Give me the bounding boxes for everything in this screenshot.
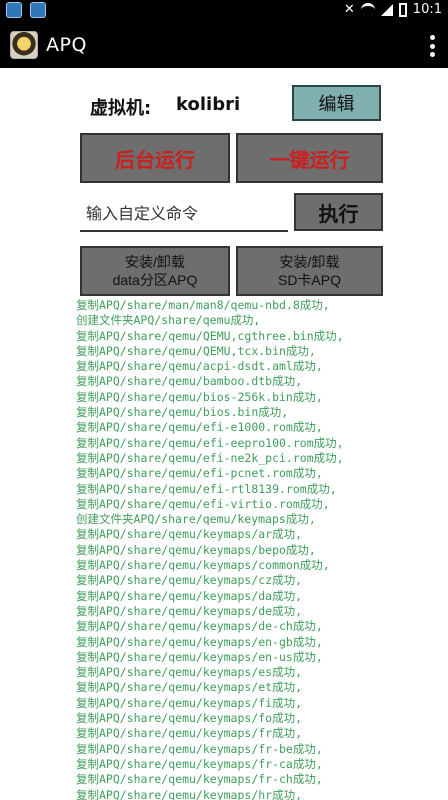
clock: 10:1 [412,2,442,17]
log-line: 复制APQ/share/qemu/keymaps/bepo成功, [76,542,316,557]
log-line: 复制APQ/share/qemu/bios-256k.bin成功, [76,389,323,404]
log-line: 复制APQ/share/qemu/keymaps/fi成功, [76,695,303,710]
log-line: 复制APQ/share/qemu/QEMU,cgthree.bin成功, [76,328,344,343]
action-bar: APQ [0,22,448,68]
vm-name: kolibri [176,94,241,115]
notification-icons [6,2,46,18]
signal-icon [380,3,393,16]
log-line: 复制APQ/share/qemu/efi-eepro100.rom成功, [76,435,344,450]
log-output[interactable]: 复制APQ/share/man/man8/qemu-nbd.8成功, 创建文件夹A… [76,298,446,800]
log-line: 复制APQ/share/qemu/keymaps/en-us成功, [76,649,323,664]
log-line: 复制APQ/share/qemu/keymaps/de成功, [76,603,303,618]
background-run-button[interactable]: 后台运行 [80,133,230,183]
log-line: 复制APQ/share/qemu/efi-ne2k_pci.rom成功, [76,450,344,465]
edit-button[interactable]: 编辑 [292,85,381,121]
app-notification-icon [30,2,46,18]
log-line: 复制APQ/share/qemu/keymaps/hr成功, [76,787,303,800]
log-line: 复制APQ/share/qemu/keymaps/da成功, [76,588,303,603]
log-line: 复制APQ/share/man/man8/qemu-nbd.8成功, [76,298,330,312]
mute-icon: ✕ [343,2,355,17]
custom-command-input[interactable] [80,196,288,232]
install-sd-apq-button[interactable]: 安装/卸载 SD卡APQ [236,246,383,296]
battery-icon [398,2,407,17]
app-notification-icon [6,2,22,18]
log-line: 复制APQ/share/qemu/efi-e1000.rom成功, [76,420,323,435]
log-line: 创建文件夹APQ/share/qemu/keymaps成功, [76,512,316,527]
log-line: 复制APQ/share/qemu/keymaps/fo成功, [76,711,303,726]
install-data-line1: 安装/卸载 [125,254,185,270]
system-icons: ✕ 10:1 [344,2,442,17]
app-title: APQ [46,34,87,56]
execute-button[interactable]: 执行 [294,193,383,231]
one-key-run-button[interactable]: 一键运行 [236,133,383,183]
wifi-icon [360,2,375,17]
install-data-line2: data分区APQ [112,272,198,288]
log-line: 复制APQ/share/qemu/keymaps/de-ch成功, [76,619,323,634]
log-line: 复制APQ/share/qemu/acpi-dsdt.aml成功, [76,359,323,374]
log-line: 复制APQ/share/qemu/QEMU,tcx.bin成功, [76,343,316,358]
install-sd-line1: 安装/卸载 [279,254,340,270]
log-line: 复制APQ/share/qemu/keymaps/en-gb成功, [76,634,323,649]
log-line: 复制APQ/share/qemu/keymaps/es成功, [76,665,303,680]
log-line: 创建文件夹APQ/share/qemu成功, [76,313,261,328]
log-line: 复制APQ/share/qemu/keymaps/ar成功, [76,527,303,542]
log-line: 复制APQ/share/qemu/keymaps/fr成功, [76,726,303,741]
log-line: 复制APQ/share/qemu/keymaps/fr-ch成功, [76,772,323,787]
vm-label: 虚拟机: [90,98,152,119]
install-data-apq-button[interactable]: 安装/卸载 data分区APQ [80,246,230,296]
log-line: 复制APQ/share/qemu/efi-pcnet.rom成功, [76,466,323,481]
log-line: 复制APQ/share/qemu/bamboo.dtb成功, [76,374,303,389]
log-line: 复制APQ/share/qemu/keymaps/et成功, [76,680,303,695]
log-line: 复制APQ/share/qemu/keymaps/fr-ca成功, [76,756,323,771]
install-sd-line2: SD卡APQ [277,272,341,288]
log-line: 复制APQ/share/qemu/efi-rtl8139.rom成功, [76,481,337,496]
log-line: 复制APQ/share/qemu/keymaps/fr-be成功, [76,741,323,756]
log-line: 复制APQ/share/qemu/bios.bin成功, [76,405,289,420]
app-logo-icon [10,31,38,59]
log-line: 复制APQ/share/qemu/efi-virtio.rom成功, [76,496,330,511]
log-line: 复制APQ/share/qemu/keymaps/cz成功, [76,573,303,588]
overflow-menu-icon[interactable] [430,35,436,57]
status-bar: ✕ 10:1 [0,0,448,22]
log-line: 复制APQ/share/qemu/keymaps/common成功, [76,558,330,573]
